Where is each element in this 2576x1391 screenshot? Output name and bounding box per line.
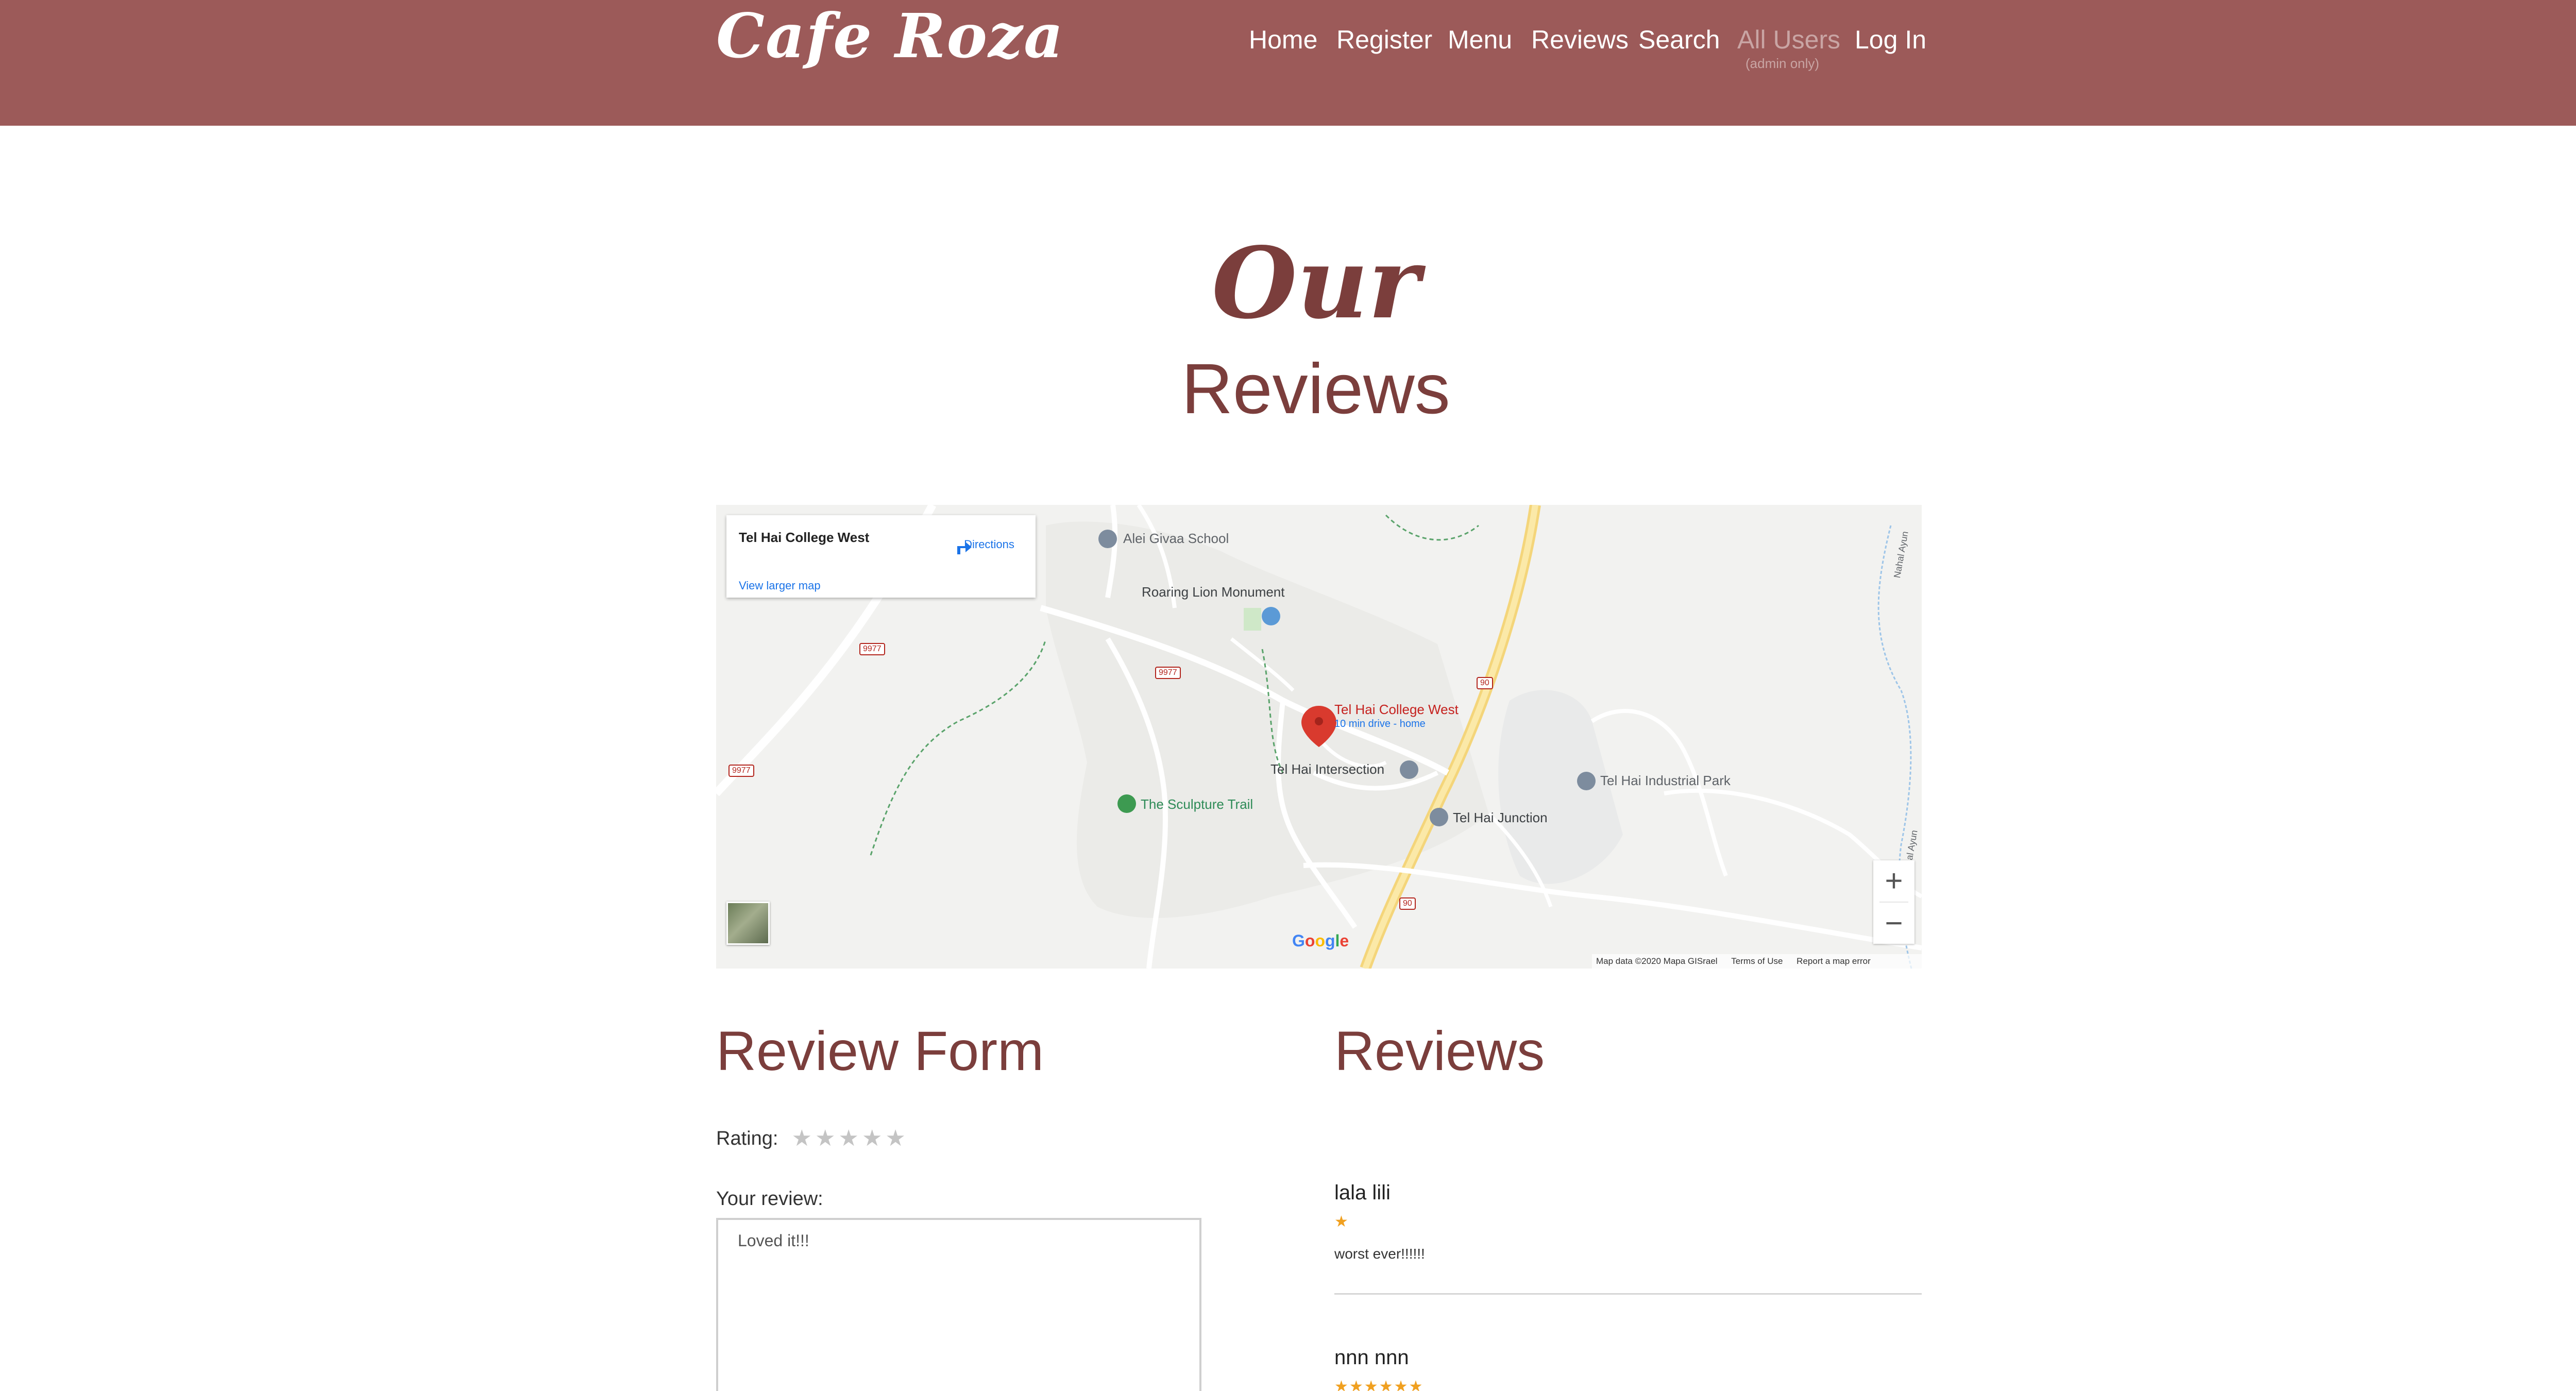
satellite-toggle[interactable] [726, 902, 770, 945]
review-item: lala lili ★ worst ever!!!!!! [1334, 1180, 1922, 1295]
site-header: Cafe Roza Home Register Menu Reviews Sea… [0, 0, 2576, 126]
map-label-monument: Roaring Lion Monument [1142, 584, 1285, 600]
rating-star-icon[interactable]: ★ [815, 1126, 835, 1151]
reviews-list-title: Reviews [1334, 1020, 1545, 1082]
map-label-college-sub: 10 min drive - home [1334, 718, 1426, 730]
rating-label: Rating: [716, 1127, 778, 1149]
map-label-industrial: Tel Hai Industrial Park [1600, 773, 1731, 788]
nav-all-users-note: (admin only) [1745, 56, 1820, 71]
road-badge: 90 [1399, 897, 1416, 910]
rating-row: Rating: ★ ★ ★ ★ ★ [716, 1126, 906, 1157]
map-label-sculpture: The Sculpture Trail [1141, 796, 1253, 812]
map-label-college: Tel Hai College West [1334, 702, 1459, 717]
review-rating-stars: ★ [1334, 1213, 1349, 1231]
zoom-out-button[interactable]: − [1873, 903, 1914, 944]
review-divider [1334, 1293, 1922, 1295]
map-footer: Map data ©2020 Mapa GISrael Terms of Use… [1592, 954, 1922, 969]
rating-star-icon[interactable]: ★ [792, 1126, 812, 1151]
road-badge: 90 [1477, 677, 1493, 689]
google-logo: Google [1292, 931, 1349, 950]
map-label-school: Alei Givaa School [1123, 531, 1229, 546]
map-place-name: Tel Hai College West [739, 530, 870, 545]
road-badge: 9977 [859, 643, 885, 655]
map-label-junction: Tel Hai Junction [1453, 810, 1548, 825]
review-form-title: Review Form [716, 1020, 1044, 1082]
terms-of-use-link[interactable]: Terms of Use [1731, 956, 1783, 966]
review-text: worst ever!!!!!! [1334, 1246, 1425, 1262]
nav-all-users[interactable]: All Users [1737, 21, 1840, 59]
rating-star-icon[interactable]: ★ [839, 1126, 859, 1151]
nav-reviews[interactable]: Reviews [1531, 21, 1629, 59]
map-zoom-controls: + − [1873, 860, 1914, 944]
review-rating-stars: ★★★★★★ [1334, 1378, 1424, 1391]
page-title-script: Our [1212, 226, 1420, 341]
review-item: nnn nnn ★★★★★★ [1334, 1345, 1922, 1391]
review-textarea[interactable]: Loved it!!! [716, 1218, 1201, 1391]
road-badge: 9977 [728, 765, 754, 777]
map-embed[interactable]: Tel Hai College West Directions View lar… [716, 505, 1922, 969]
map-label-intersection: Tel Hai Intersection [1270, 761, 1385, 777]
directions-icon [957, 542, 972, 554]
review-author: lala lili [1334, 1181, 1391, 1204]
nav-home[interactable]: Home [1249, 21, 1317, 59]
report-map-error-link[interactable]: Report a map error [1797, 956, 1871, 966]
zoom-in-button[interactable]: + [1873, 860, 1914, 902]
page-title: Reviews [1181, 349, 1450, 429]
site-logo[interactable]: Cafe Roza [716, 0, 1064, 72]
nav-register[interactable]: Register [1336, 21, 1432, 59]
nav-login[interactable]: Log In [1855, 21, 1926, 59]
nav-search[interactable]: Search [1638, 21, 1720, 59]
page: Cafe Roza Home Register Menu Reviews Sea… [0, 0, 2576, 1391]
review-author: nnn nnn [1334, 1346, 1409, 1369]
nav-menu[interactable]: Menu [1448, 21, 1512, 59]
road-badge: 9977 [1155, 667, 1181, 679]
view-larger-map-link[interactable]: View larger map [739, 579, 821, 592]
review-label: Your review: [716, 1188, 823, 1210]
map-info-card: Tel Hai College West Directions View lar… [726, 515, 1036, 598]
rating-star-icon[interactable]: ★ [862, 1126, 882, 1151]
rating-star-icon[interactable]: ★ [885, 1126, 905, 1151]
map-data-attribution: Map data ©2020 Mapa GISrael [1596, 956, 1718, 966]
map-directions-button[interactable]: Directions [953, 536, 1025, 554]
